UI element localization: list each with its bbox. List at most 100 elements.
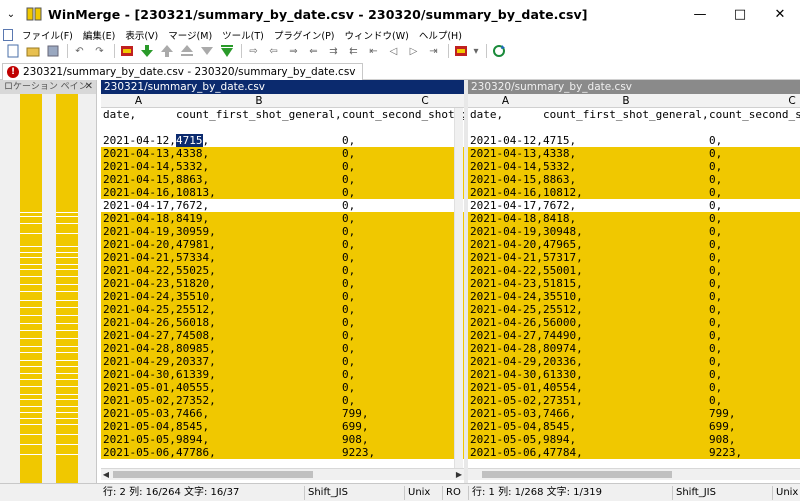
next-file-icon[interactable]: ▷ [405,43,422,59]
cell-b[interactable]: 74508, [176,329,342,342]
cell-a[interactable]: 2021-04-28, [470,342,543,355]
cell-b[interactable]: 57334, [176,251,342,264]
cell-b[interactable]: 4338, [176,147,342,160]
copy-right-advance-icon[interactable]: ⇒ [285,43,302,59]
minimize-button[interactable]: — [680,0,720,28]
cell-c[interactable]: 0, [709,368,800,381]
csv-header-row[interactable]: date, count_first_shot_general, count_seco… [101,108,464,121]
cell-b[interactable]: 56000, [543,316,709,329]
cell-b[interactable]: 4715, [543,134,709,147]
cell-b[interactable]: 55025, [176,264,342,277]
cell-b[interactable]: 47981, [176,238,342,251]
cell-a[interactable]: 2021-05-03, [470,407,543,420]
table-row[interactable]: 2021-05-05, 9894, 908, [101,433,464,446]
cell-c[interactable]: 9223, [709,446,800,459]
cell-b[interactable]: 8545, [176,420,342,433]
cell-c[interactable]: 699, [342,420,464,433]
cell-a[interactable]: 2021-04-12, [470,134,543,147]
undo-icon[interactable]: ↶ [71,43,88,59]
location-bar-right[interactable] [56,94,78,498]
scroll-right-arrow-icon[interactable]: ▶ [454,469,464,480]
refresh-icon[interactable] [490,43,507,59]
left-rows[interactable]: date, count_first_shot_general, count_seco… [101,108,464,459]
cell-b[interactable]: 20337, [176,355,342,368]
cell-b[interactable]: 51820, [176,277,342,290]
table-row[interactable]: 2021-04-26, 56018, 0, [101,316,464,329]
left-compare-pane[interactable]: 230321/summary_by_date.csv A B C date, co… [101,80,464,468]
cell-b[interactable]: 5332, [176,160,342,173]
cell-b[interactable]: 47965, [543,238,709,251]
table-row[interactable]: 2021-04-23, 51815, 0, [468,277,800,290]
table-row[interactable]: 2021-05-01, 40554, 0, [468,381,800,394]
cell-b[interactable]: 35510, [176,290,342,303]
right-compare-pane[interactable]: 230320/summary_by_date.csv A B C date, co… [468,80,800,468]
cell-b[interactable]: 27351, [543,394,709,407]
cell-a[interactable]: 2021-04-16, [103,186,176,199]
cell-b[interactable]: count_first_shot_general, [543,108,709,121]
cell-b[interactable]: 27352, [176,394,342,407]
cell-c[interactable]: 0, [342,329,464,342]
menu-merge[interactable]: マージ(M) [163,28,217,42]
cell-b[interactable]: 9894, [543,433,709,446]
table-row[interactable]: 2021-05-04, 8545, 699, [468,420,800,433]
left-encoding[interactable]: Shift_JIS [304,486,404,500]
cell-b[interactable]: 30948, [543,225,709,238]
new-icon[interactable] [4,43,21,59]
cell-b[interactable]: 10812, [543,186,709,199]
table-row[interactable]: 2021-04-14, 5332, 0, [468,160,800,173]
table-row[interactable]: 2021-04-17, 7672, 0, [468,199,800,212]
table-row[interactable]: 2021-05-04, 8545, 699, [101,420,464,433]
cell-c[interactable]: 0, [709,264,800,277]
cell-a[interactable]: 2021-04-29, [470,355,543,368]
menu-edit[interactable]: 編集(E) [78,28,120,42]
cell-a[interactable]: 2021-04-14, [103,160,176,173]
cell-b[interactable]: 8418, [543,212,709,225]
left-readonly[interactable]: RO [442,486,468,500]
cell-a[interactable]: 2021-04-27, [103,329,176,342]
cell-c[interactable]: 0, [709,199,800,212]
table-row[interactable]: 2021-05-03, 7466, 799, [101,407,464,420]
cell-c[interactable]: 0, [342,355,464,368]
cell-a[interactable]: 2021-05-06, [470,446,543,459]
table-row[interactable]: 2021-04-27, 74490, 0, [468,329,800,342]
first-file-icon[interactable]: ⇤ [365,43,382,59]
cell-b[interactable]: 74490, [543,329,709,342]
current-diff-icon[interactable] [198,43,215,59]
cell-a[interactable]: 2021-04-20, [103,238,176,251]
cell-b[interactable]: 40555, [176,381,342,394]
table-row[interactable]: 2021-04-13, 4338, 0, [101,147,464,160]
cell-b[interactable]: 55001, [543,264,709,277]
prev-file-icon[interactable]: ◁ [385,43,402,59]
table-row[interactable]: 2021-04-22, 55025, 0, [101,264,464,277]
cell-a[interactable]: 2021-04-26, [103,316,176,329]
cell-a[interactable]: 2021-04-25, [470,303,543,316]
cell-a[interactable]: 2021-05-05, [103,433,176,446]
cell-a[interactable]: 2021-04-26, [470,316,543,329]
cell-c[interactable]: 0, [709,303,800,316]
cell-b[interactable]: 30959, [176,225,342,238]
csv-header-row[interactable]: date, count_first_shot_general, count_seco… [468,108,800,121]
menu-help[interactable]: ヘルプ(H) [414,28,467,42]
table-row[interactable]: 2021-04-13, 4338, 0, [468,147,800,160]
cell-b[interactable]: 7466, [176,407,342,420]
cell-a[interactable]: 2021-05-06, [103,446,176,459]
cell-a[interactable]: 2021-04-22, [103,264,176,277]
cell-a[interactable]: 2021-04-25, [103,303,176,316]
all-right-icon[interactable]: ⇉ [325,43,342,59]
cell-c[interactable]: 0, [709,381,800,394]
cell-a[interactable]: 2021-04-30, [470,368,543,381]
close-button[interactable]: ✕ [760,0,800,28]
document-icon[interactable] [3,29,13,41]
cell-c[interactable]: 0, [709,355,800,368]
left-horizontal-scrollbar[interactable]: ◀ ▶ [101,468,464,480]
cell-b[interactable]: 20336, [543,355,709,368]
cell-a[interactable]: 2021-04-14, [470,160,543,173]
table-row[interactable]: 2021-04-17, 7672, 0, [101,199,464,212]
right-horizontal-scrollbar[interactable] [468,468,800,480]
cell-a[interactable]: 2021-04-19, [470,225,543,238]
cell-c[interactable]: 0, [342,277,464,290]
cell-c[interactable]: 699, [709,420,800,433]
menu-plugins[interactable]: プラグイン(P) [269,28,340,42]
cell-c[interactable]: 0, [342,199,464,212]
table-row[interactable]: 2021-04-12, 4715, 0, [468,134,800,147]
